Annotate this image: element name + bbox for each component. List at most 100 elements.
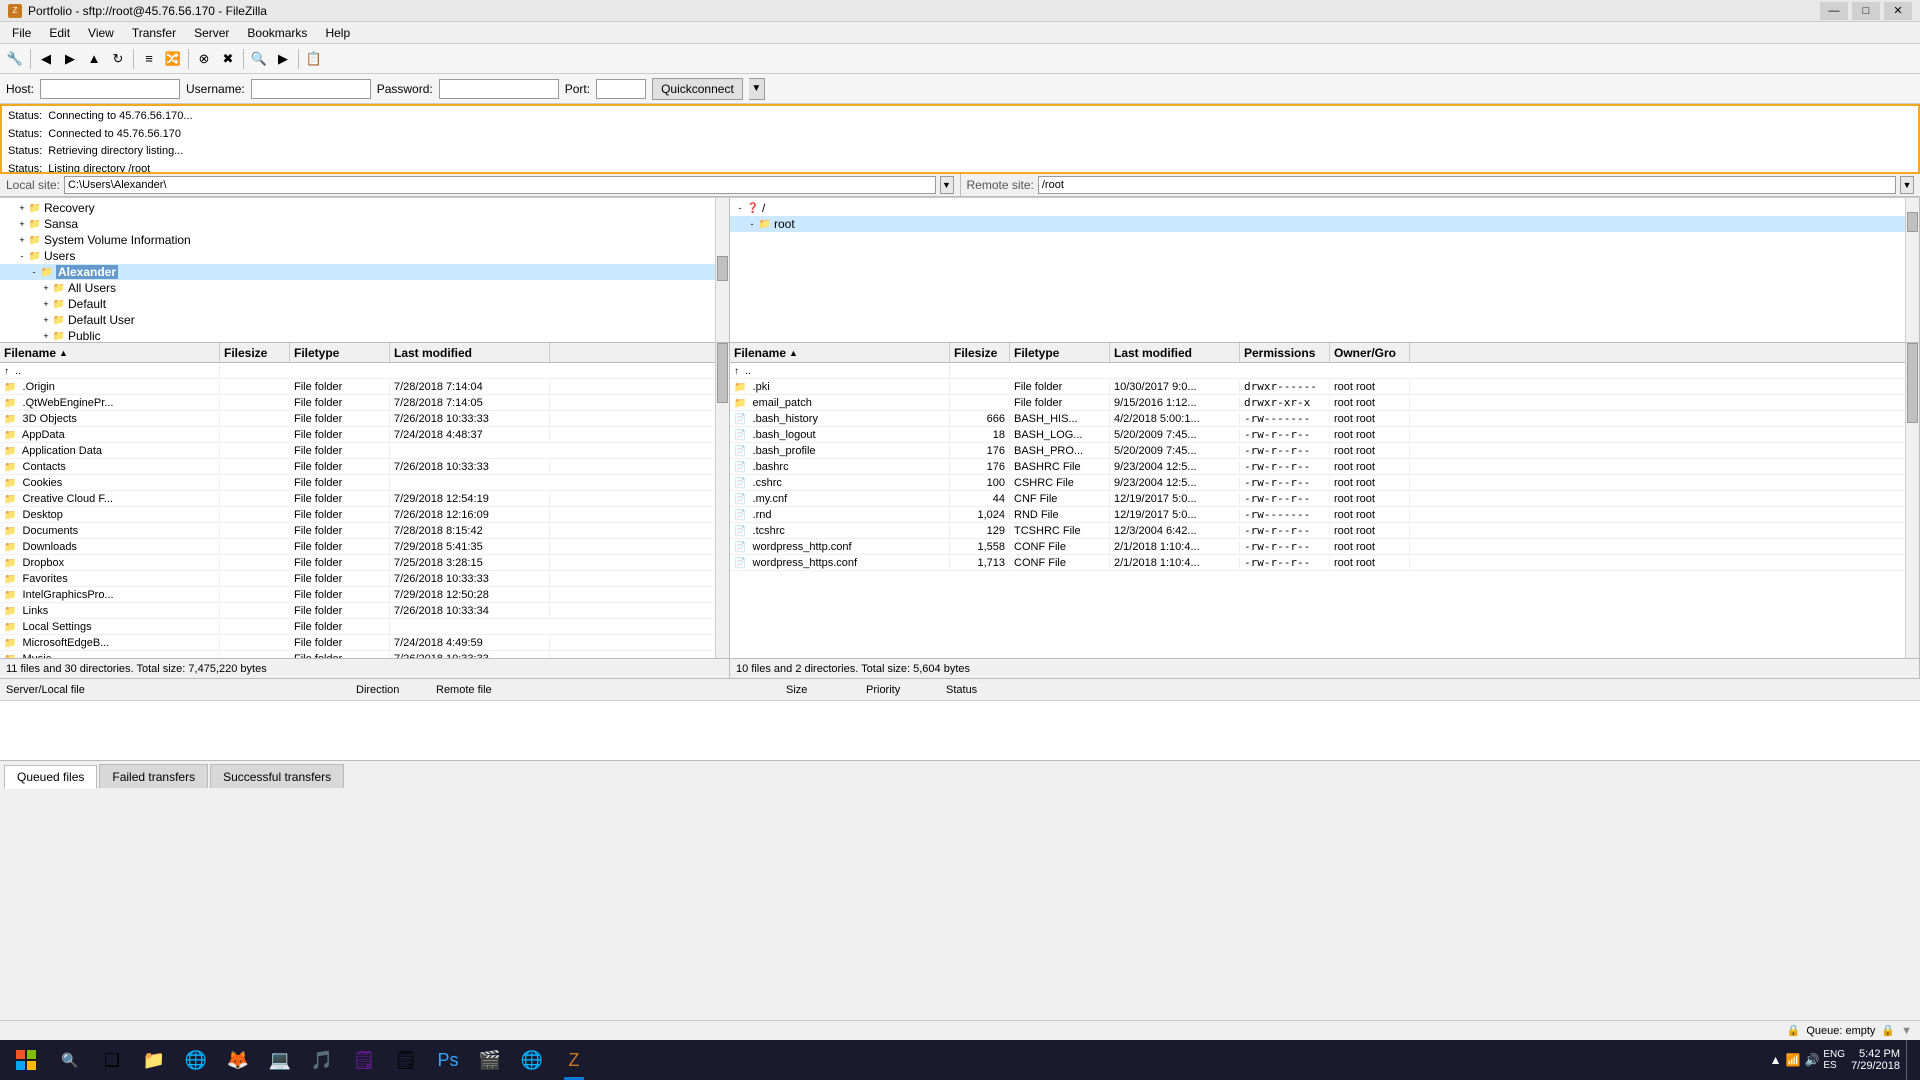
local-file-vscroll[interactable]: [715, 343, 729, 658]
tree-expand-default[interactable]: +: [40, 298, 52, 310]
menu-file[interactable]: File: [4, 24, 39, 42]
local-file-row[interactable]: ↑ ..: [0, 363, 715, 379]
local-site-arrow[interactable]: ▼: [940, 176, 954, 194]
port-input[interactable]: [596, 79, 646, 99]
local-file-row[interactable]: 📁 Creative Cloud F... File folder 7/29/2…: [0, 491, 715, 507]
local-tree-vscroll[interactable]: [715, 198, 729, 342]
tree-expand-alexander[interactable]: -: [28, 266, 40, 278]
tab-queued-files[interactable]: Queued files: [4, 765, 97, 789]
remote-tree-vscroll[interactable]: [1905, 198, 1919, 342]
tree-expand-root[interactable]: -: [746, 218, 758, 230]
remote-file-scroll-thumb[interactable]: [1907, 343, 1918, 423]
remote-site-path[interactable]: /root: [1038, 176, 1896, 194]
taskbar-app-explorer[interactable]: 📁: [134, 1040, 174, 1080]
remote-file-row[interactable]: 📄 .my.cnf 44 CNF File 12/19/2017 5:0... …: [730, 491, 1905, 507]
remote-header-filetype[interactable]: Filetype: [1010, 343, 1110, 362]
tree-expand-sansa[interactable]: +: [16, 218, 28, 230]
tree-item-users[interactable]: - 📁 Users: [0, 248, 715, 264]
remote-file-row[interactable]: 📁 email_patch File folder 9/15/2016 1:12…: [730, 395, 1905, 411]
toolbar-new-site[interactable]: 🔧: [4, 48, 26, 70]
tree-expand-svi[interactable]: +: [16, 234, 28, 246]
toolbar-up[interactable]: ▲: [83, 48, 105, 70]
remote-tree-scroll-thumb[interactable]: [1907, 212, 1918, 232]
local-file-row[interactable]: 📁 3D Objects File folder 7/26/2018 10:33…: [0, 411, 715, 427]
show-desktop[interactable]: [1906, 1040, 1912, 1080]
tab-failed-transfers[interactable]: Failed transfers: [99, 764, 208, 788]
local-file-row[interactable]: 📁 Favorites File folder 7/26/2018 10:33:…: [0, 571, 715, 587]
tree-expand-users[interactable]: -: [16, 250, 28, 262]
toolbar-filter[interactable]: ≡: [138, 48, 160, 70]
remote-file-row[interactable]: 📄 .bash_history 666 BASH_HIS... 4/2/2018…: [730, 411, 1905, 427]
menu-server[interactable]: Server: [186, 24, 237, 42]
menu-help[interactable]: Help: [317, 24, 358, 42]
remote-header-filesize[interactable]: Filesize: [950, 343, 1010, 362]
local-header-filename[interactable]: Filename ▲: [0, 343, 220, 362]
taskbar-search[interactable]: 🔍: [52, 1040, 88, 1080]
toolbar-stop[interactable]: ⊗: [193, 48, 215, 70]
taskbar-app-ie[interactable]: 🌐: [512, 1040, 552, 1080]
taskbar-app-heidisql[interactable]: 🗒: [386, 1040, 426, 1080]
host-input[interactable]: [40, 79, 180, 99]
tree-item-allusers[interactable]: + 📁 All Users: [0, 280, 715, 296]
toolbar-search[interactable]: 🔍: [248, 48, 270, 70]
remote-file-row[interactable]: ↑ ..: [730, 363, 1905, 379]
local-file-row[interactable]: 📁 Cookies File folder: [0, 475, 715, 491]
local-header-lastmodified[interactable]: Last modified: [390, 343, 550, 362]
remote-file-row[interactable]: 📄 .bashrc 176 BASHRC File 9/23/2004 12:5…: [730, 459, 1905, 475]
tree-expand-root-slash[interactable]: -: [734, 202, 746, 214]
remote-header-permissions[interactable]: Permissions: [1240, 343, 1330, 362]
toolbar-forward[interactable]: ▶: [59, 48, 81, 70]
local-header-filetype[interactable]: Filetype: [290, 343, 390, 362]
tree-expand-allusers[interactable]: +: [40, 282, 52, 294]
local-file-row[interactable]: 📁 AppData File folder 7/24/2018 4:48:37: [0, 427, 715, 443]
toolbar-process[interactable]: ▶: [272, 48, 294, 70]
taskbar-app-photoshop[interactable]: Ps: [428, 1040, 468, 1080]
local-file-row[interactable]: 📁 Local Settings File folder: [0, 619, 715, 635]
tree-item-root[interactable]: - 📁 root: [730, 216, 1905, 232]
quickconnect-dropdown[interactable]: ▼: [749, 78, 765, 100]
remote-file-row[interactable]: 📄 .tcshrc 129 TCSHRC File 12/3/2004 6:42…: [730, 523, 1905, 539]
tree-item-alexander[interactable]: - 📁 Alexander: [0, 264, 715, 280]
remote-file-row[interactable]: 📄 .cshrc 100 CSHRC File 9/23/2004 12:5..…: [730, 475, 1905, 491]
taskbar-app-edge[interactable]: 🌐: [176, 1040, 216, 1080]
tree-expand-recovery[interactable]: +: [16, 202, 28, 214]
remote-site-arrow[interactable]: ▼: [1900, 176, 1914, 194]
tree-item-public[interactable]: + 📁 Public: [0, 328, 715, 343]
remote-file-row[interactable]: 📄 .bash_profile 176 BASH_PRO... 5/20/200…: [730, 443, 1905, 459]
local-file-row[interactable]: 📁 Downloads File folder 7/29/2018 5:41:3…: [0, 539, 715, 555]
remote-file-vscroll[interactable]: [1905, 343, 1919, 658]
tray-ime[interactable]: ENGES: [1823, 1049, 1845, 1071]
start-button[interactable]: [0, 1040, 52, 1080]
taskbar-app-task-view[interactable]: ❑: [92, 1040, 132, 1080]
taskbar-app-vlc[interactable]: 🎬: [470, 1040, 510, 1080]
local-file-row[interactable]: 📁 Desktop File folder 7/26/2018 12:16:09: [0, 507, 715, 523]
menu-transfer[interactable]: Transfer: [124, 24, 184, 42]
maximize-button[interactable]: □: [1852, 2, 1880, 20]
local-file-row[interactable]: 📁 Dropbox File folder 7/25/2018 3:28:15: [0, 555, 715, 571]
remote-file-row[interactable]: 📄 wordpress_http.conf 1,558 CONF File 2/…: [730, 539, 1905, 555]
tree-expand-defaultuser[interactable]: +: [40, 314, 52, 326]
local-tree-scroll-thumb[interactable]: [717, 256, 728, 281]
local-file-scroll-thumb[interactable]: [717, 343, 728, 403]
local-site-path[interactable]: C:\Users\Alexander\: [64, 176, 935, 194]
taskbar-app-firefox[interactable]: 🦊: [218, 1040, 258, 1080]
menu-bookmarks[interactable]: Bookmarks: [239, 24, 315, 42]
close-button[interactable]: ✕: [1884, 2, 1912, 20]
tray-network[interactable]: 📶: [1785, 1053, 1800, 1067]
taskbar-time[interactable]: 5:42 PM 7/29/2018: [1851, 1048, 1900, 1072]
local-file-row[interactable]: 📁 Links File folder 7/26/2018 10:33:34: [0, 603, 715, 619]
taskbar-app-onenote[interactable]: 🗒: [344, 1040, 384, 1080]
local-file-row[interactable]: 📁 .QtWebEnginePr... File folder 7/28/201…: [0, 395, 715, 411]
remote-file-row[interactable]: 📄 wordpress_https.conf 1,713 CONF File 2…: [730, 555, 1905, 571]
local-file-row[interactable]: 📁 Documents File folder 7/28/2018 8:15:4…: [0, 523, 715, 539]
local-file-row[interactable]: 📁 MicrosoftEdgeB... File folder 7/24/201…: [0, 635, 715, 651]
remote-header-lastmodified[interactable]: Last modified: [1110, 343, 1240, 362]
password-input[interactable]: [439, 79, 559, 99]
tab-successful-transfers[interactable]: Successful transfers: [210, 764, 344, 788]
local-header-filesize[interactable]: Filesize: [220, 343, 290, 362]
tree-item-recovery[interactable]: + 📁 Recovery: [0, 200, 715, 216]
local-file-row[interactable]: 📁 Application Data File folder: [0, 443, 715, 459]
tree-item-sysvolinfo[interactable]: + 📁 System Volume Information: [0, 232, 715, 248]
taskbar-app-spotify[interactable]: 🎵: [302, 1040, 342, 1080]
username-input[interactable]: [251, 79, 371, 99]
